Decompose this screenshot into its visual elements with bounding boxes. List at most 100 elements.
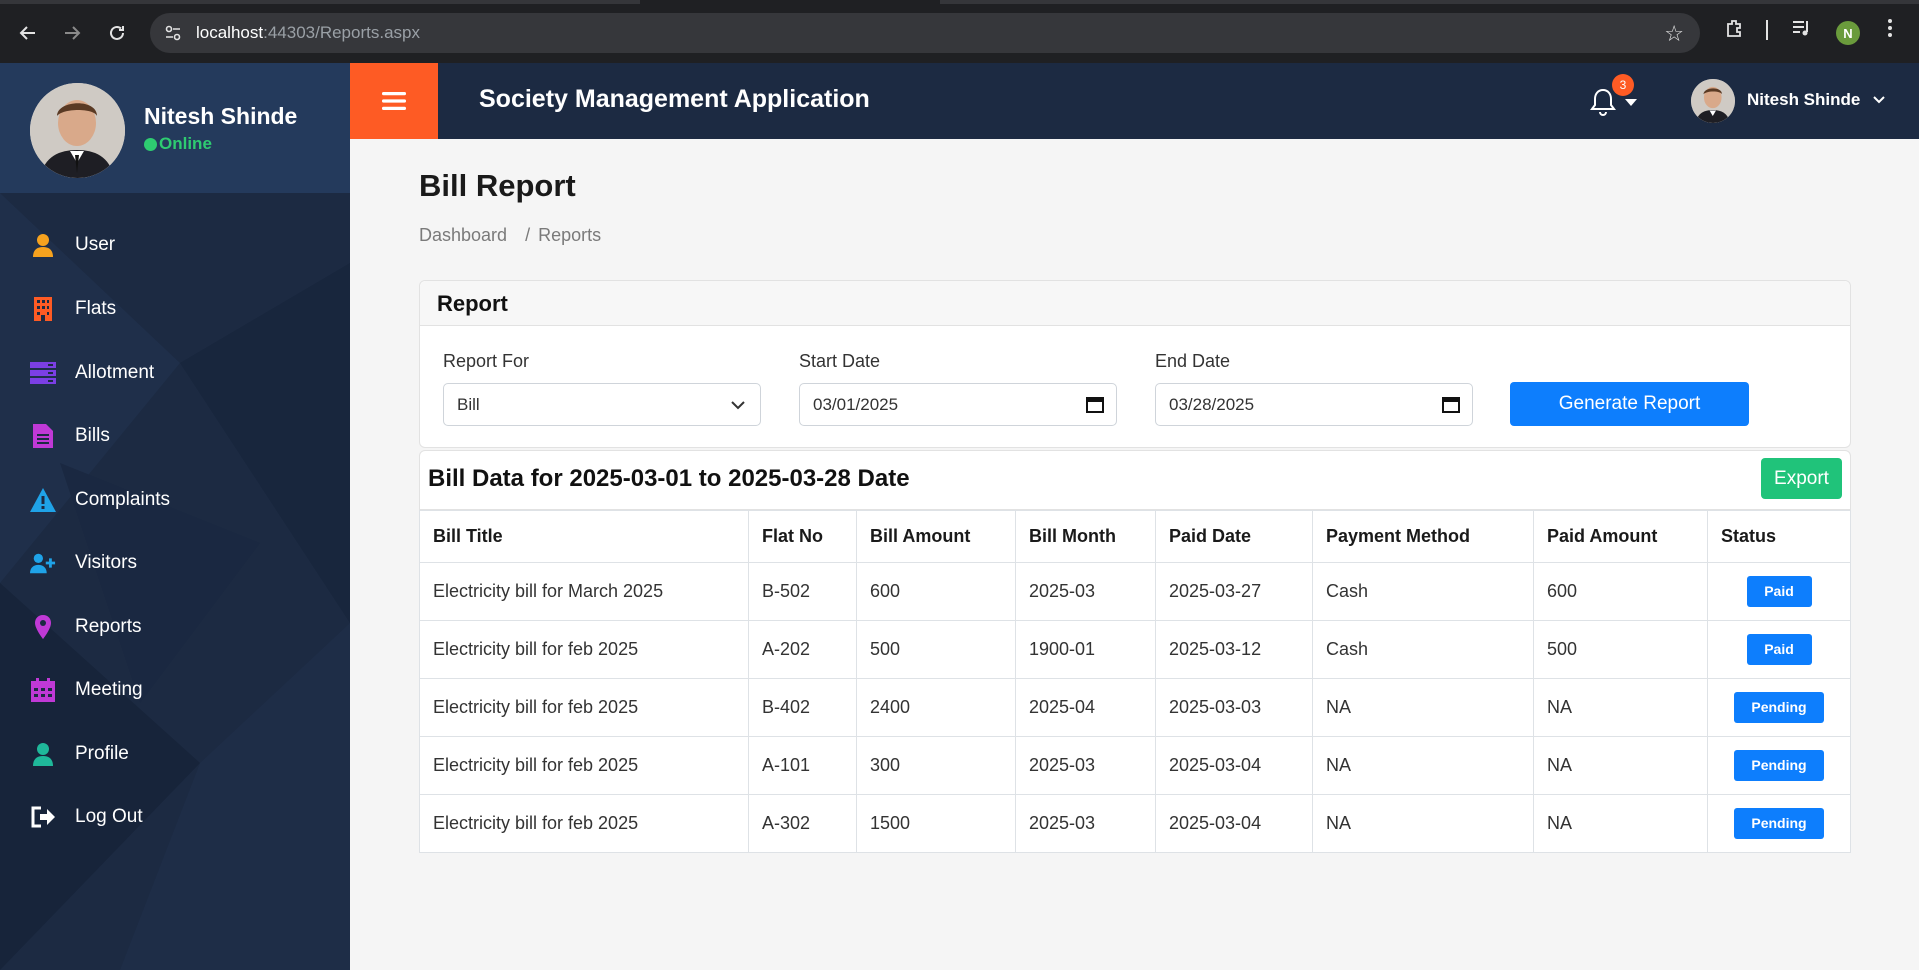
header-user-name[interactable]: Nitesh Shinde <box>1747 90 1860 110</box>
browser-profile-avatar[interactable]: N <box>1836 21 1860 45</box>
forward-icon[interactable] <box>56 17 88 49</box>
sidebar-item-profile[interactable]: Profile <box>0 729 350 779</box>
app-title: Society Management Application <box>479 85 870 113</box>
bill-amount-cell: 500 <box>856 620 1016 679</box>
report-for-label: Report For <box>443 351 530 371</box>
end-date-input[interactable]: 03/28/2025 <box>1155 383 1473 426</box>
site-info-icon[interactable] <box>164 24 182 42</box>
sidebar-item-user[interactable]: User <box>0 220 350 270</box>
bill-data-title: Bill Data for 2025-03-01 to 2025-03-28 D… <box>428 465 910 492</box>
paid-amount-cell: NA <box>1533 736 1708 795</box>
flat-no-cell: B-402 <box>748 678 857 737</box>
paid-date-cell: 2025-03-12 <box>1155 620 1313 679</box>
breadcrumb-current: Reports <box>538 225 602 245</box>
media-control-icon[interactable] <box>1790 17 1812 45</box>
warning-icon <box>30 487 56 513</box>
bill-title-cell: Electricity bill for feb 2025 <box>419 794 749 853</box>
sidebar-item-label: Reports <box>75 616 142 637</box>
column-header: Bill Month <box>1015 510 1156 563</box>
report-for-value: Bill <box>457 395 480 414</box>
browser-tab[interactable] <box>940 0 1919 4</box>
bill-title-cell: Electricity bill for feb 2025 <box>419 620 749 679</box>
generate-report-button[interactable]: Generate Report <box>1510 382 1749 426</box>
status-badge: Pending <box>1734 808 1824 839</box>
header-avatar[interactable] <box>1691 79 1735 123</box>
bill-title-cell: Electricity bill for feb 2025 <box>419 736 749 795</box>
browser-menu-icon[interactable] <box>1886 17 1894 45</box>
column-header: Bill Title <box>419 510 749 563</box>
bill-amount-cell: 600 <box>856 562 1016 621</box>
column-header: Bill Amount <box>856 510 1016 563</box>
bill-data-table: Bill Title Flat No Bill Amount Bill Mont… <box>419 510 1851 853</box>
sidebar: Nitesh Shinde Online User Flats Allotmen… <box>0 63 350 970</box>
table-header-row: Bill Title Flat No Bill Amount Bill Mont… <box>419 510 1851 563</box>
status-badge: Pending <box>1734 750 1824 781</box>
chevron-down-icon[interactable] <box>1872 90 1886 110</box>
table-row: Electricity bill for feb 2025 B-402 2400… <box>419 678 1851 737</box>
notification-caret-icon[interactable] <box>1625 99 1637 106</box>
breadcrumb-dashboard-link[interactable]: Dashboard <box>419 225 507 245</box>
page-title: Bill Report <box>419 168 576 203</box>
report-for-select[interactable]: Bill <box>443 383 761 426</box>
paid-amount-cell: 500 <box>1533 620 1708 679</box>
sidebar-item-meeting[interactable]: Meeting <box>0 665 350 715</box>
table-row: Electricity bill for feb 2025 A-302 1500… <box>419 794 1851 853</box>
sidebar-item-complaints[interactable]: Complaints <box>0 475 350 525</box>
paid-date-cell: 2025-03-03 <box>1155 678 1313 737</box>
sidebar-item-flats[interactable]: Flats <box>0 284 350 334</box>
bill-month-cell: 2025-04 <box>1015 678 1156 737</box>
status-badge: Paid <box>1746 634 1812 665</box>
menu-toggle-button[interactable] <box>350 63 438 139</box>
tab-strip <box>0 0 1919 4</box>
online-status: Online <box>144 134 212 154</box>
table-row: Electricity bill for March 2025 B-502 60… <box>419 562 1851 621</box>
bill-month-cell: 2025-03 <box>1015 794 1156 853</box>
reload-icon[interactable] <box>101 17 133 49</box>
sidebar-item-label: Visitors <box>75 552 137 573</box>
start-date-input[interactable]: 03/01/2025 <box>799 383 1117 426</box>
sidebar-profile-header: Nitesh Shinde Online <box>0 63 350 193</box>
payment-method-cell: NA <box>1312 678 1534 737</box>
paid-date-cell: 2025-03-04 <box>1155 794 1313 853</box>
address-bar[interactable]: localhost:44303/Reports.aspx ☆ <box>150 13 1700 53</box>
bill-amount-cell: 300 <box>856 736 1016 795</box>
sidebar-item-allotment[interactable]: Allotment <box>0 348 350 398</box>
sidebar-item-logout[interactable]: Log Out <box>0 792 350 842</box>
calendar-icon[interactable] <box>1442 395 1460 413</box>
extensions-icon[interactable] <box>1724 17 1746 45</box>
browser-tab[interactable] <box>0 0 640 4</box>
url-path: :44303/Reports.aspx <box>263 23 420 42</box>
payment-method-cell: Cash <box>1312 562 1534 621</box>
column-header: Payment Method <box>1312 510 1534 563</box>
notification-count-badge: 3 <box>1612 74 1634 96</box>
start-date-label: Start Date <box>799 351 881 371</box>
flat-no-cell: A-202 <box>748 620 857 679</box>
calendar-icon[interactable] <box>1086 395 1104 413</box>
top-header: Society Management Application 3 Nitesh … <box>350 63 1919 139</box>
table-row: Electricity bill for feb 2025 A-101 300 … <box>419 736 1851 795</box>
url-text[interactable]: localhost:44303/Reports.aspx <box>196 23 420 43</box>
status-badge: Pending <box>1734 692 1824 723</box>
column-header: Paid Amount <box>1533 510 1708 563</box>
export-button[interactable]: Export <box>1761 458 1842 499</box>
browser-toolbar: localhost:44303/Reports.aspx ☆ N <box>0 0 1919 63</box>
sidebar-item-label: Complaints <box>75 489 171 510</box>
avatar[interactable] <box>30 83 125 178</box>
status-badge: Paid <box>1746 576 1812 607</box>
back-icon[interactable] <box>12 17 44 49</box>
logout-icon <box>30 804 56 830</box>
sidebar-item-reports[interactable]: Reports <box>0 602 350 652</box>
user-icon <box>30 232 56 258</box>
flat-no-cell: A-101 <box>748 736 857 795</box>
bill-month-cell: 2025-03 <box>1015 562 1156 621</box>
toolbar-divider <box>1766 20 1768 40</box>
report-filter-card: Report Report For Bill Start Date 03/01/… <box>419 280 1851 448</box>
sidebar-item-bills[interactable]: Bills <box>0 411 350 461</box>
sidebar-item-visitors[interactable]: Visitors <box>0 538 350 588</box>
calendar-icon <box>30 677 56 703</box>
bookmark-star-icon[interactable]: ☆ <box>1664 21 1684 47</box>
bill-title-cell: Electricity bill for March 2025 <box>419 562 749 621</box>
column-header: Flat No <box>748 510 857 563</box>
end-date-value: 03/28/2025 <box>1169 395 1255 414</box>
profile-icon <box>30 741 56 767</box>
